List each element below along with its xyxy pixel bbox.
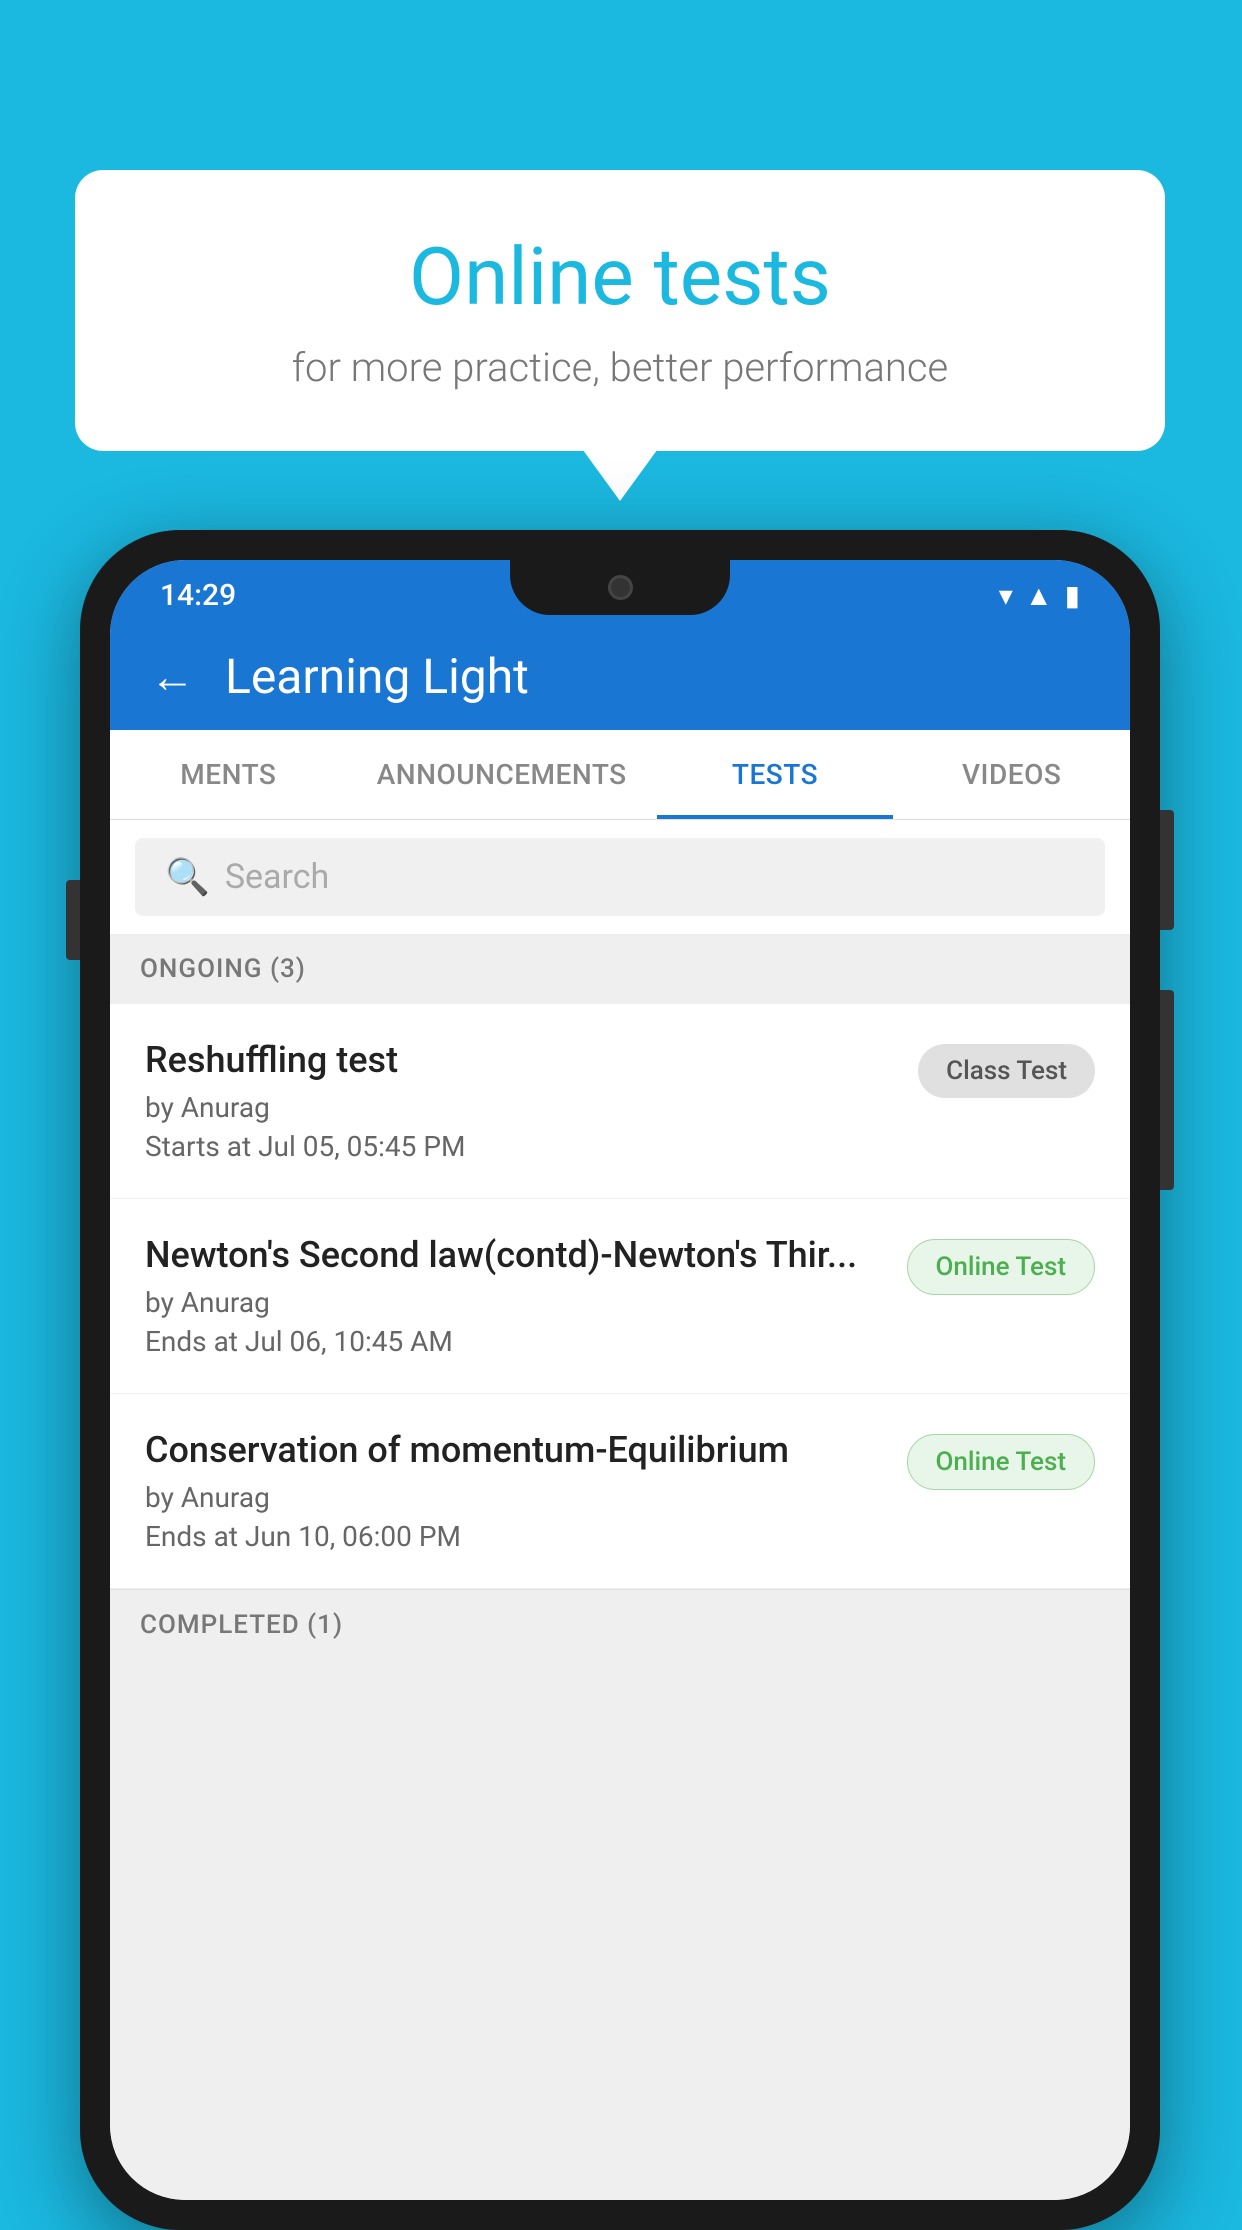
- phone-device: 14:29 ▾ ▲ ▮ ← Learning Light MENTS ANNOU…: [80, 530, 1160, 2230]
- power-button: [1160, 810, 1174, 930]
- time-label: Starts at: [145, 1130, 251, 1163]
- battery-icon: ▮: [1065, 579, 1080, 612]
- search-icon: 🔍: [165, 856, 210, 898]
- tab-ments[interactable]: MENTS: [110, 730, 347, 819]
- volume-button: [66, 880, 80, 960]
- time-value: Jul 06, 10:45 AM: [245, 1325, 453, 1358]
- tab-tests[interactable]: TESTS: [657, 730, 894, 819]
- back-button[interactable]: ←: [150, 650, 195, 703]
- test-time: Ends at Jun 10, 06:00 PM: [145, 1520, 887, 1553]
- test-info: Newton's Second law(contd)-Newton's Thir…: [145, 1234, 887, 1358]
- app-title: Learning Light: [225, 648, 529, 705]
- phone-screen: 14:29 ▾ ▲ ▮ ← Learning Light MENTS ANNOU…: [110, 560, 1130, 2200]
- bubble-title: Online tests: [155, 230, 1085, 324]
- test-name: Reshuffling test: [145, 1039, 898, 1081]
- content-area: 🔍 Search ONGOING (3) Reshuffling test by…: [110, 820, 1130, 2200]
- test-info: Reshuffling test by Anurag Starts at Jul…: [145, 1039, 898, 1163]
- tab-videos[interactable]: VIDEOS: [893, 730, 1130, 819]
- test-item[interactable]: Newton's Second law(contd)-Newton's Thir…: [110, 1199, 1130, 1394]
- phone-frame: 14:29 ▾ ▲ ▮ ← Learning Light MENTS ANNOU…: [80, 530, 1160, 2230]
- class-test-badge: Class Test: [918, 1044, 1095, 1098]
- test-author: by Anurag: [145, 1091, 898, 1124]
- status-time: 14:29: [160, 578, 236, 613]
- speech-bubble: Online tests for more practice, better p…: [75, 170, 1165, 451]
- search-placeholder: Search: [225, 857, 329, 897]
- time-label: Ends at: [145, 1520, 238, 1553]
- test-time: Starts at Jul 05, 05:45 PM: [145, 1130, 898, 1163]
- ongoing-section-header: ONGOING (3): [110, 934, 1130, 1004]
- tabs-bar: MENTS ANNOUNCEMENTS TESTS VIDEOS: [110, 730, 1130, 820]
- search-container: 🔍 Search: [110, 820, 1130, 934]
- bubble-subtitle: for more practice, better performance: [155, 344, 1085, 391]
- status-icons: ▾ ▲ ▮: [999, 579, 1080, 612]
- completed-section-header: COMPLETED (1): [110, 1589, 1130, 1660]
- test-item[interactable]: Reshuffling test by Anurag Starts at Jul…: [110, 1004, 1130, 1199]
- app-header: ← Learning Light: [110, 623, 1130, 730]
- test-item[interactable]: Conservation of momentum-Equilibrium by …: [110, 1394, 1130, 1589]
- time-value: Jun 10, 06:00 PM: [245, 1520, 461, 1553]
- test-name: Newton's Second law(contd)-Newton's Thir…: [145, 1234, 887, 1276]
- phone-notch: [510, 560, 730, 615]
- camera: [608, 575, 633, 600]
- tab-announcements[interactable]: ANNOUNCEMENTS: [347, 730, 657, 819]
- test-time: Ends at Jul 06, 10:45 AM: [145, 1325, 887, 1358]
- online-test-badge-2: Online Test: [907, 1434, 1096, 1490]
- test-author: by Anurag: [145, 1286, 887, 1319]
- time-label: Ends at: [145, 1325, 238, 1358]
- online-test-badge: Online Test: [907, 1239, 1096, 1295]
- volume-down-button: [1160, 990, 1174, 1190]
- time-value: Jul 05, 05:45 PM: [258, 1130, 465, 1163]
- search-box[interactable]: 🔍 Search: [135, 838, 1105, 916]
- test-info: Conservation of momentum-Equilibrium by …: [145, 1429, 887, 1553]
- test-author: by Anurag: [145, 1481, 887, 1514]
- test-name: Conservation of momentum-Equilibrium: [145, 1429, 887, 1471]
- wifi-icon: ▾: [999, 579, 1013, 612]
- signal-icon: ▲: [1025, 579, 1053, 612]
